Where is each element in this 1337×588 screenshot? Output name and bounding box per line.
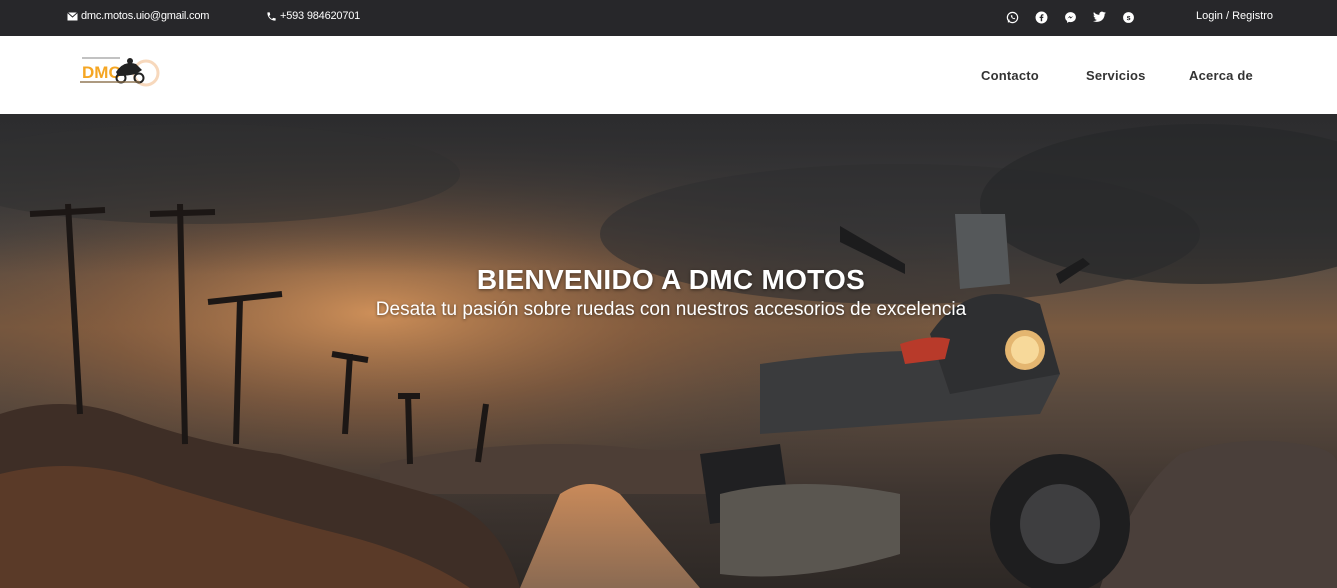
login-register-link[interactable]: Login / Registro — [1196, 10, 1273, 22]
email-text: dmc.motos.uio@gmail.com — [81, 10, 210, 22]
hero-subtitle: Desata tu pasión sobre ruedas con nuestr… — [375, 299, 967, 320]
whatsapp-icon[interactable] — [1004, 9, 1020, 25]
nav-contacto[interactable]: Contacto — [981, 68, 1039, 83]
site-logo[interactable]: DMC — [78, 52, 160, 92]
email-link[interactable]: dmc.motos.uio@gmail.com — [67, 10, 209, 22]
social-links — [1004, 9, 1136, 25]
facebook-icon[interactable] — [1033, 9, 1049, 25]
phone-text: +593 984620701 — [280, 10, 361, 22]
skype-icon[interactable] — [1120, 9, 1136, 25]
phone-icon — [267, 11, 276, 21]
nav-servicios[interactable]: Servicios — [1086, 68, 1146, 83]
phone-link[interactable]: +593 984620701 — [266, 10, 360, 22]
twitter-icon[interactable] — [1091, 9, 1107, 25]
envelope-icon — [67, 11, 78, 20]
top-bar: dmc.motos.uio@gmail.com +593 984620701 L… — [0, 0, 1337, 36]
hero-banner: BIENVENIDO A DMC MOTOS Desata tu pasión … — [0, 114, 1337, 588]
site-header: DMC Contacto Servicios Acerca de — [0, 36, 1337, 114]
hero-title: BIENVENIDO A DMC MOTOS — [476, 264, 866, 295]
messenger-icon[interactable] — [1062, 9, 1078, 25]
hero-background-image — [0, 114, 1337, 588]
dmc-logo-graphic: DMC — [80, 57, 160, 87]
svg-text:DMC: DMC — [82, 63, 121, 82]
nav-acerca-de[interactable]: Acerca de — [1189, 68, 1253, 83]
